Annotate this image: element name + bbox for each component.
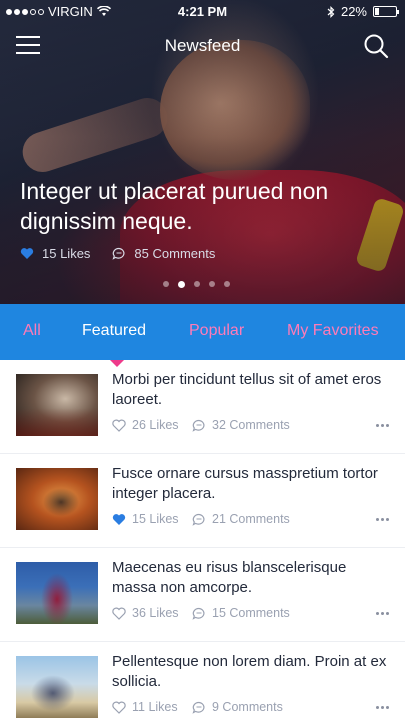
tab-all[interactable]: All xyxy=(23,322,41,340)
item-title: Morbi per tincidunt tellus sit of amet e… xyxy=(112,371,382,408)
category-tabs: All Featured Popular My Favorites xyxy=(0,304,405,360)
pager-dot[interactable] xyxy=(163,281,169,287)
list-item[interactable]: Pellentesque non lorem diam. Proin at ex… xyxy=(0,642,405,720)
pager-dot[interactable] xyxy=(209,281,215,287)
comment-icon[interactable] xyxy=(192,607,206,620)
bluetooth-icon xyxy=(327,5,335,18)
thumbnail-image xyxy=(16,656,98,718)
battery-percent: 22% xyxy=(340,4,367,19)
list-item[interactable]: Morbi per tincidunt tellus sit of amet e… xyxy=(0,360,405,454)
item-comments: 15 Comments xyxy=(212,606,290,620)
item-comments: 32 Comments xyxy=(212,418,290,432)
thumbnail-image xyxy=(16,374,98,436)
hero-banner[interactable]: VIRGIN 4:21 PM 22% Newsfeed Integer ut p… xyxy=(0,0,405,304)
battery-icon xyxy=(373,6,399,17)
item-likes: 36 Likes xyxy=(132,606,179,620)
list-item[interactable]: Maecenas eu risus blanscelerisque massa … xyxy=(0,548,405,642)
more-options-icon[interactable] xyxy=(376,424,389,427)
tab-featured[interactable]: Featured xyxy=(82,322,146,340)
heart-filled-icon[interactable] xyxy=(20,247,34,260)
item-comments: 9 Comments xyxy=(212,700,283,714)
item-likes: 26 Likes xyxy=(132,418,179,432)
thumbnail-image xyxy=(16,562,98,624)
heart-outline-icon[interactable] xyxy=(112,419,126,432)
list-item[interactable]: Fusce ornare cursus masspretium tortor i… xyxy=(0,454,405,548)
more-options-icon[interactable] xyxy=(376,706,389,709)
item-title: Pellentesque non lorem diam. Proin at ex… xyxy=(112,653,387,690)
page-title: Newsfeed xyxy=(164,36,241,55)
pager-dot[interactable] xyxy=(224,281,230,287)
item-title: Maecenas eu risus blanscelerisque massa … xyxy=(112,559,347,596)
item-title: Fusce ornare cursus masspretium tortor i… xyxy=(112,465,378,502)
pager-dot[interactable] xyxy=(178,281,185,288)
heart-outline-icon[interactable] xyxy=(112,701,126,714)
status-bar: VIRGIN 4:21 PM 22% xyxy=(0,0,405,22)
hero-comments: 85 Comments xyxy=(134,246,216,261)
thumbnail-image xyxy=(16,468,98,530)
more-options-icon[interactable] xyxy=(376,612,389,615)
comment-icon[interactable] xyxy=(192,701,206,714)
item-likes: 11 Likes xyxy=(132,700,178,714)
comment-icon[interactable] xyxy=(192,513,206,526)
heart-outline-icon[interactable] xyxy=(112,607,126,620)
item-likes: 15 Likes xyxy=(132,512,179,526)
comment-icon[interactable] xyxy=(192,419,206,432)
tab-popular[interactable]: Popular xyxy=(189,322,244,340)
item-comments: 21 Comments xyxy=(212,512,290,526)
tab-my-favorites[interactable]: My Favorites xyxy=(287,322,379,340)
more-options-icon[interactable] xyxy=(376,518,389,521)
carousel-pager[interactable] xyxy=(163,281,230,288)
hero-likes: 15 Likes xyxy=(42,246,91,261)
heart-filled-icon[interactable] xyxy=(112,513,126,526)
pager-dot[interactable] xyxy=(194,281,200,287)
hero-headline[interactable]: Integer ut placerat purued non dignissim… xyxy=(20,176,390,236)
comment-icon[interactable] xyxy=(112,247,126,260)
nav-bar: Newsfeed xyxy=(0,26,405,66)
search-icon[interactable] xyxy=(363,33,389,59)
hero-meta: 15 Likes 85 Comments xyxy=(20,246,215,261)
